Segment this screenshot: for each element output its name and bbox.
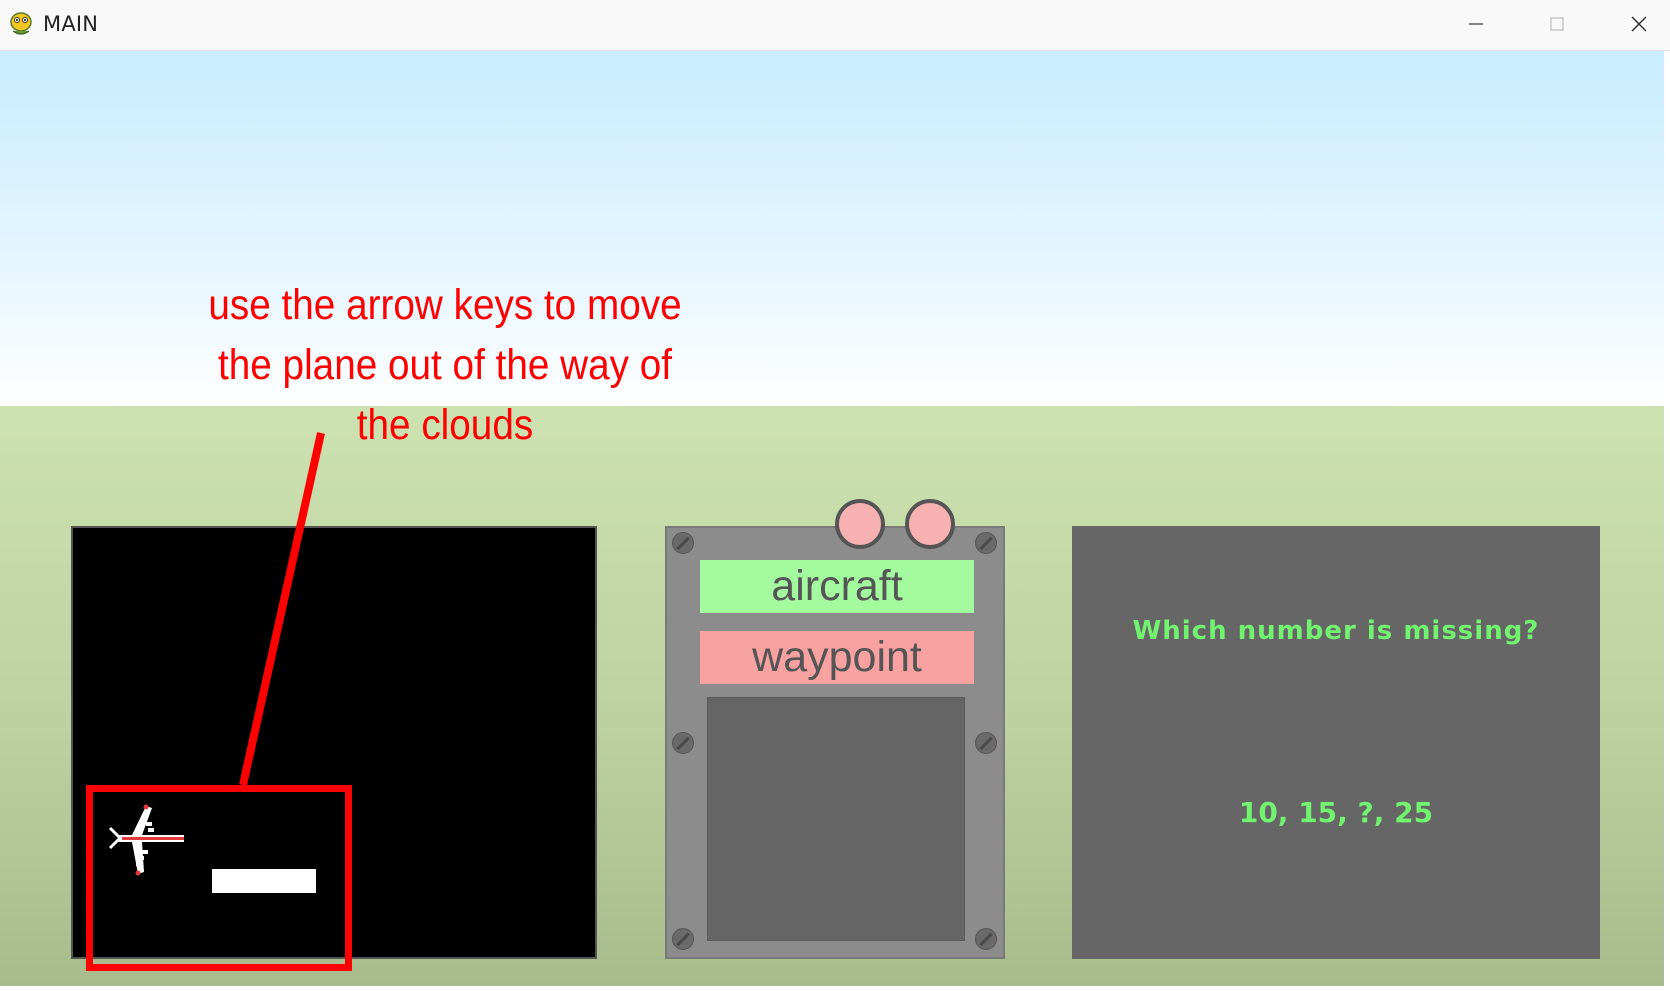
close-icon — [1631, 16, 1647, 32]
pygame-snake-icon — [10, 12, 32, 35]
number-sequence: 10, 15, ?, 25 — [1238, 796, 1434, 829]
question-panel — [1072, 526, 1600, 959]
instruction-line: the clouds — [356, 401, 534, 449]
instruction-text: use the arrow keys to move the plane out… — [162, 275, 729, 455]
instruction-line: the plane out of the way of — [218, 341, 672, 389]
game-canvas[interactable]: use the arrow keys to move the plane out… — [0, 51, 1670, 986]
plane-highlight-box — [86, 785, 352, 971]
screw-icon — [672, 928, 694, 950]
question-text: Which number is missing? — [1132, 616, 1540, 646]
minimize-button[interactable] — [1436, 0, 1516, 48]
screw-icon — [672, 532, 694, 554]
screw-icon — [672, 732, 694, 754]
window-titlebar: MAIN — [0, 0, 1670, 51]
minimize-icon — [1469, 23, 1483, 25]
aircraft-label: aircraft — [700, 560, 974, 613]
control-panel-screen — [707, 697, 965, 941]
screw-icon — [975, 532, 997, 554]
screw-icon — [975, 732, 997, 754]
screw-icon — [975, 928, 997, 950]
control-knob[interactable] — [905, 499, 955, 549]
close-button[interactable] — [1599, 0, 1670, 48]
waypoint-label: waypoint — [700, 631, 974, 684]
control-knob[interactable] — [835, 499, 885, 549]
maximize-icon — [1550, 17, 1564, 31]
maximize-button[interactable] — [1517, 0, 1597, 48]
window-edge — [1664, 51, 1670, 986]
window-title: MAIN — [43, 12, 99, 36]
instruction-line: use the arrow keys to move — [208, 281, 682, 329]
